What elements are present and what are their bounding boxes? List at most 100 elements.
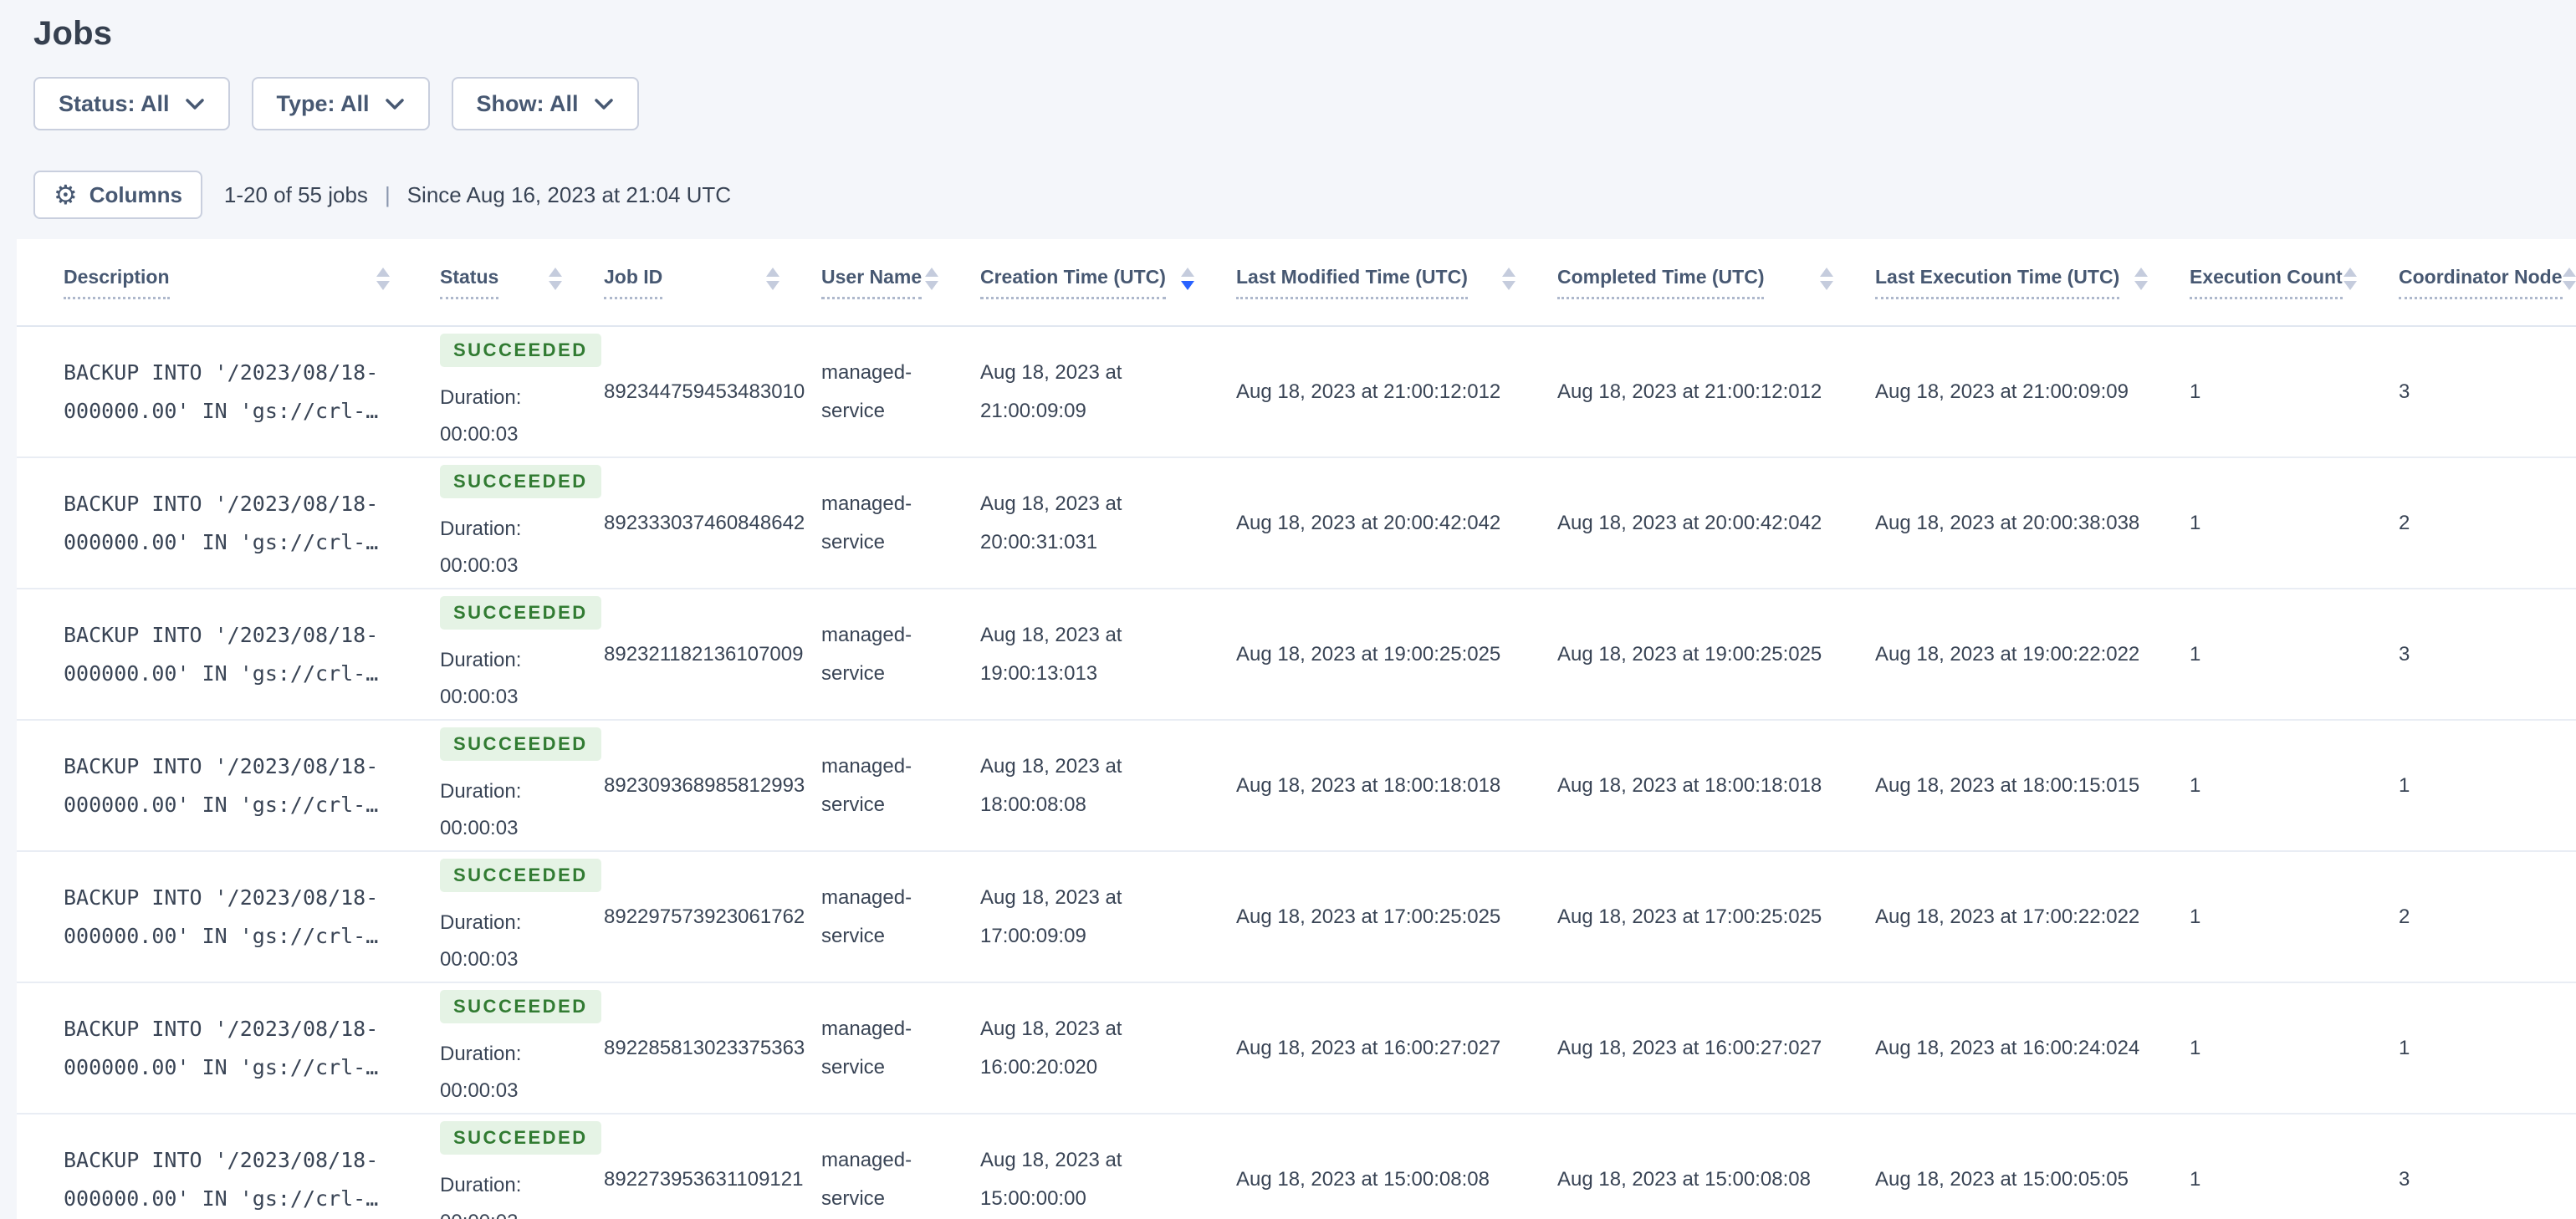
show-filter-dropdown[interactable]: Show: All [451, 77, 639, 130]
column-header-execution-count[interactable]: Execution Count [2173, 239, 2382, 327]
creation-time: Aug 18, 2023 at 16:00:20:020 [980, 1017, 1122, 1079]
last-modified-time: Aug 18, 2023 at 17:00:25:025 [1236, 905, 1501, 928]
table-row: BACKUP INTO '/2023/08/18- 000000.00' IN … [17, 720, 2576, 852]
columns-button-label: Columns [89, 181, 182, 207]
last-execution-time: Aug 18, 2023 at 19:00:22:022 [1875, 642, 2140, 666]
sort-asc-icon [2134, 268, 2148, 277]
table-row: BACKUP INTO '/2023/08/18- 000000.00' IN … [17, 457, 2576, 589]
job-id: 892297573923061762 [604, 905, 805, 928]
job-id: 892285813023375363 [604, 1036, 805, 1059]
sort-arrows-icon [2562, 268, 2576, 297]
last-modified-time: Aug 18, 2023 at 19:00:25:025 [1236, 642, 1501, 666]
last-execution-time: Aug 18, 2023 at 20:00:38:038 [1875, 511, 2140, 534]
coordinator-node: 3 [2399, 642, 2410, 666]
sort-arrows-icon [2134, 268, 2148, 297]
coordinator-node: 2 [2399, 511, 2410, 534]
last-execution-time: Aug 18, 2023 at 16:00:24:024 [1875, 1036, 2140, 1059]
status-badge: SUCCEEDED [440, 1120, 601, 1155]
last-modified-time: Aug 18, 2023 at 21:00:12:012 [1236, 380, 1501, 403]
toolbar-separator: | [384, 181, 391, 207]
creation-time: Aug 18, 2023 at 18:00:08:08 [980, 754, 1122, 816]
column-header-status[interactable]: Status [415, 239, 587, 327]
coordinator-node: 1 [2399, 773, 2410, 797]
sort-arrows-icon [925, 268, 938, 297]
column-header-coordinator-node[interactable]: Coordinator Node [2382, 239, 2576, 327]
sort-arrows-icon [766, 268, 779, 297]
column-header-job-id[interactable]: Job ID [587, 239, 805, 327]
execution-count: 1 [2190, 773, 2201, 797]
sort-asc-icon [2343, 268, 2357, 277]
last-execution-time: Aug 18, 2023 at 15:00:05:05 [1875, 1167, 2129, 1191]
creation-time: Aug 18, 2023 at 17:00:09:09 [980, 885, 1122, 947]
job-id: 892333037460848642 [604, 511, 805, 534]
last-modified-time: Aug 18, 2023 at 16:00:27:027 [1236, 1036, 1501, 1059]
last-modified-time: Aug 18, 2023 at 18:00:18:018 [1236, 773, 1501, 797]
execution-count: 1 [2190, 905, 2201, 928]
type-filter-label: Type: All [276, 90, 370, 116]
job-description-link[interactable]: BACKUP INTO '/2023/08/18- 000000.00' IN … [64, 616, 403, 693]
job-id: 892344759453483010 [604, 380, 805, 403]
status-filter-label: Status: All [59, 90, 170, 116]
sort-asc-icon [376, 268, 390, 277]
jobs-table: Description Status Job ID User Name Crea… [17, 239, 2576, 1219]
sort-asc-icon [1502, 268, 1515, 277]
job-description-link[interactable]: BACKUP INTO '/2023/08/18- 000000.00' IN … [64, 485, 403, 562]
job-description-link[interactable]: BACKUP INTO '/2023/08/18- 000000.00' IN … [64, 1141, 403, 1218]
job-duration: Duration: 00:00:03 [440, 648, 522, 708]
job-description-link[interactable]: BACKUP INTO '/2023/08/18- 000000.00' IN … [64, 354, 403, 431]
coordinator-node: 2 [2399, 905, 2410, 928]
user-name: managed-service [821, 492, 912, 553]
job-duration: Duration: 00:00:03 [440, 1042, 522, 1102]
columns-button[interactable]: ⚙ Columns [33, 171, 202, 219]
gear-icon: ⚙ [54, 180, 78, 210]
job-description-link[interactable]: BACKUP INTO '/2023/08/18- 000000.00' IN … [64, 747, 403, 824]
column-header-description[interactable]: Description [17, 239, 415, 327]
column-header-last-modified-time-utc[interactable]: Last Modified Time (UTC) [1219, 239, 1541, 327]
chevron-down-icon [594, 98, 614, 110]
completed-time: Aug 18, 2023 at 20:00:42:042 [1557, 511, 1822, 534]
job-id: 892309368985812993 [604, 773, 805, 797]
last-execution-time: Aug 18, 2023 at 18:00:15:015 [1875, 773, 2140, 797]
job-description-link[interactable]: BACKUP INTO '/2023/08/18- 000000.00' IN … [64, 879, 403, 956]
column-header-completed-time-utc[interactable]: Completed Time (UTC) [1541, 239, 1858, 327]
coordinator-node: 3 [2399, 1167, 2410, 1191]
table-toolbar: ⚙ Columns 1-20 of 55 jobs | Since Aug 16… [33, 171, 2576, 219]
last-execution-time: Aug 18, 2023 at 17:00:22:022 [1875, 905, 2140, 928]
job-duration: Duration: 00:00:03 [440, 1173, 522, 1219]
sort-asc-icon [549, 268, 562, 277]
sort-desc-icon [549, 281, 562, 290]
jobs-table-card: Description Status Job ID User Name Crea… [17, 239, 2576, 1219]
job-id: 892321182136107009 [604, 642, 804, 666]
column-header-last-execution-time-utc[interactable]: Last Execution Time (UTC) [1858, 239, 2173, 327]
job-description-link[interactable]: BACKUP INTO '/2023/08/18- 000000.00' IN … [64, 1010, 403, 1087]
completed-time: Aug 18, 2023 at 21:00:12:012 [1557, 380, 1822, 403]
user-name: managed-service [821, 623, 912, 685]
creation-time: Aug 18, 2023 at 15:00:00:00 [980, 1148, 1122, 1210]
status-badge: SUCCEEDED [440, 858, 601, 892]
completed-time: Aug 18, 2023 at 16:00:27:027 [1557, 1036, 1822, 1059]
sort-desc-icon [2562, 281, 2576, 290]
last-modified-time: Aug 18, 2023 at 15:00:08:08 [1236, 1167, 1490, 1191]
completed-time: Aug 18, 2023 at 15:00:08:08 [1557, 1167, 1811, 1191]
table-header-row: Description Status Job ID User Name Crea… [17, 239, 2576, 327]
chevron-down-icon [385, 98, 405, 110]
status-badge: SUCCEEDED [440, 989, 601, 1023]
completed-time: Aug 18, 2023 at 19:00:25:025 [1557, 642, 1822, 666]
creation-time: Aug 18, 2023 at 20:00:31:031 [980, 492, 1122, 553]
status-filter-dropdown[interactable]: Status: All [33, 77, 230, 130]
execution-count: 1 [2190, 380, 2201, 403]
sort-asc-icon [766, 268, 779, 277]
sort-desc-icon [925, 281, 938, 290]
execution-count: 1 [2190, 511, 2201, 534]
sort-arrows-icon [1502, 268, 1515, 297]
last-modified-time: Aug 18, 2023 at 20:00:42:042 [1236, 511, 1501, 534]
creation-time: Aug 18, 2023 at 21:00:09:09 [980, 360, 1122, 422]
sort-arrows-icon [1820, 268, 1833, 297]
job-id: 892273953631109121 [604, 1167, 804, 1191]
column-header-creation-time-utc[interactable]: Creation Time (UTC) [963, 239, 1219, 327]
status-badge: SUCCEEDED [440, 464, 601, 498]
status-badge: SUCCEEDED [440, 595, 601, 630]
table-row: BACKUP INTO '/2023/08/18- 000000.00' IN … [17, 326, 2576, 458]
column-header-user-name[interactable]: User Name [805, 239, 963, 327]
type-filter-dropdown[interactable]: Type: All [251, 77, 430, 130]
